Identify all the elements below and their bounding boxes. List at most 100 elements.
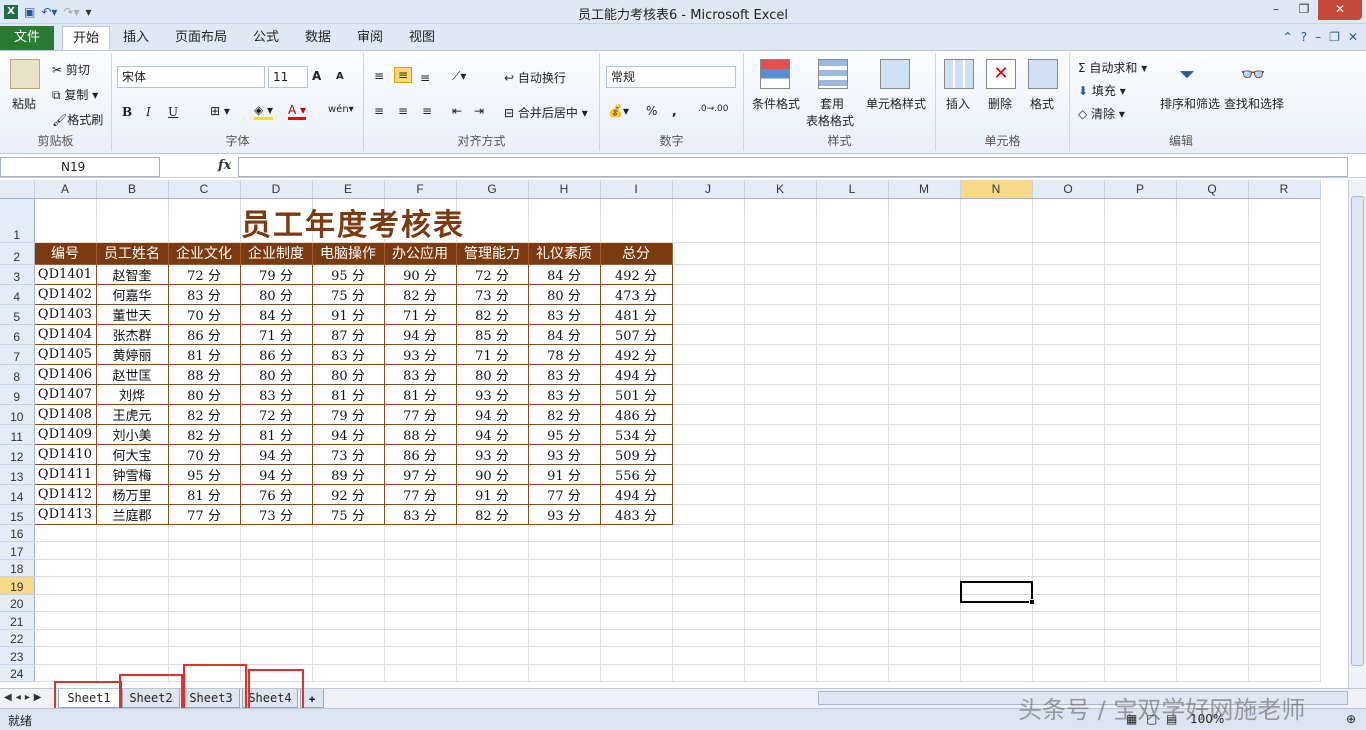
cell[interactable] xyxy=(960,594,1033,612)
table-header-cell[interactable]: 办公应用 xyxy=(384,242,457,265)
conditional-format-button[interactable]: 条件格式 xyxy=(752,95,800,112)
row-header[interactable]: 7 xyxy=(0,344,35,365)
cell[interactable] xyxy=(34,664,97,682)
table-header-cell[interactable]: 企业制度 xyxy=(240,242,313,265)
cell[interactable] xyxy=(960,284,1033,305)
cell[interactable] xyxy=(1104,364,1177,385)
table-cell[interactable]: 81 分 xyxy=(168,484,241,505)
bold-button[interactable]: B xyxy=(122,105,132,119)
cell[interactable] xyxy=(1032,576,1105,595)
table-cell[interactable]: QD1406 xyxy=(33,364,97,385)
align-top-icon[interactable]: ≡ xyxy=(374,69,384,83)
cell[interactable] xyxy=(1104,424,1177,445)
percent-button[interactable]: % xyxy=(646,104,657,118)
tab-data[interactable]: 数据 xyxy=(298,26,338,50)
table-cell[interactable]: 71 分 xyxy=(456,344,529,365)
cell[interactable] xyxy=(672,464,745,485)
table-cell[interactable]: 93 分 xyxy=(456,444,529,465)
cell[interactable] xyxy=(1104,304,1177,325)
column-header-i[interactable]: I xyxy=(600,180,673,199)
cell[interactable] xyxy=(1176,576,1249,595)
cell[interactable] xyxy=(672,384,745,405)
cell[interactable] xyxy=(1176,424,1249,445)
cell[interactable] xyxy=(1032,384,1105,405)
table-cell[interactable]: 77 分 xyxy=(168,504,241,525)
table-cell[interactable]: 杨万里 xyxy=(96,484,169,505)
cell[interactable] xyxy=(960,404,1033,425)
cell[interactable] xyxy=(1176,304,1249,325)
cell[interactable] xyxy=(1032,504,1105,525)
cell[interactable] xyxy=(96,664,169,682)
cell[interactable] xyxy=(456,664,529,682)
cell[interactable] xyxy=(888,646,961,665)
cell[interactable] xyxy=(960,484,1033,505)
cell[interactable] xyxy=(1176,541,1249,560)
cell[interactable] xyxy=(816,464,889,485)
table-cell[interactable]: 王虎元 xyxy=(96,404,169,425)
cell[interactable] xyxy=(1104,484,1177,505)
cell[interactable] xyxy=(816,264,889,285)
table-cell[interactable]: 何嘉华 xyxy=(96,284,169,305)
cell[interactable] xyxy=(1176,384,1249,405)
row-header[interactable]: 19 xyxy=(0,576,35,595)
table-cell[interactable]: 83 分 xyxy=(528,364,601,385)
column-header-c[interactable]: C xyxy=(168,180,241,199)
cell[interactable] xyxy=(888,444,961,465)
row-header[interactable]: 15 xyxy=(0,504,35,525)
cell[interactable] xyxy=(1032,304,1105,325)
cell[interactable] xyxy=(384,576,457,595)
sort-filter-icon[interactable]: ⏷ xyxy=(1172,59,1202,89)
cell[interactable] xyxy=(1248,484,1321,505)
table-cell[interactable]: 82 分 xyxy=(168,404,241,425)
table-cell[interactable]: QD1412 xyxy=(33,484,97,505)
cell[interactable] xyxy=(1248,404,1321,425)
cell[interactable] xyxy=(960,384,1033,405)
zoom-in-icon[interactable]: ⊕ xyxy=(1346,712,1356,726)
cell[interactable] xyxy=(528,524,601,542)
cell[interactable] xyxy=(312,524,385,542)
cell[interactable] xyxy=(1104,264,1177,285)
cell[interactable] xyxy=(1248,646,1321,665)
insert-cells-icon[interactable] xyxy=(944,59,974,89)
column-header-k[interactable]: K xyxy=(744,180,817,199)
cell[interactable] xyxy=(816,284,889,305)
cell[interactable] xyxy=(528,664,601,682)
cell[interactable] xyxy=(672,444,745,465)
cell[interactable] xyxy=(960,198,1033,243)
table-cell[interactable]: 83 分 xyxy=(528,384,601,405)
cell[interactable] xyxy=(1032,284,1105,305)
cell[interactable] xyxy=(888,324,961,345)
cell[interactable] xyxy=(672,364,745,385)
cell[interactable] xyxy=(960,559,1033,577)
cell[interactable] xyxy=(1248,629,1321,647)
cell[interactable] xyxy=(600,576,673,595)
cell[interactable] xyxy=(672,524,745,542)
new-sheet-icon[interactable]: ✚ xyxy=(300,689,324,708)
cell[interactable] xyxy=(744,344,817,365)
cell[interactable] xyxy=(1176,364,1249,385)
cell[interactable] xyxy=(816,424,889,445)
fill-button[interactable]: ⬇ 填充 ▾ xyxy=(1078,82,1126,99)
cell[interactable] xyxy=(672,594,745,612)
cell[interactable] xyxy=(744,324,817,345)
column-header-p[interactable]: P xyxy=(1104,180,1177,199)
table-cell[interactable]: 94 分 xyxy=(312,424,385,445)
cell[interactable] xyxy=(456,559,529,577)
cell[interactable] xyxy=(960,504,1033,525)
cell[interactable] xyxy=(1176,524,1249,542)
cell[interactable] xyxy=(888,242,961,265)
sort-filter-button[interactable]: 排序和筛选 xyxy=(1160,95,1220,112)
column-header-r[interactable]: R xyxy=(1248,180,1321,199)
cell[interactable] xyxy=(816,524,889,542)
table-cell[interactable]: 88 分 xyxy=(168,364,241,385)
table-cell[interactable]: 94 分 xyxy=(240,464,313,485)
table-cell[interactable]: 83 分 xyxy=(384,364,457,385)
cell[interactable] xyxy=(888,284,961,305)
cell[interactable] xyxy=(672,629,745,647)
clear-button[interactable]: ◇ 清除 ▾ xyxy=(1078,105,1125,122)
table-cell[interactable]: 86 分 xyxy=(168,324,241,345)
cell[interactable] xyxy=(888,198,961,243)
cell[interactable] xyxy=(1176,198,1249,243)
cell[interactable] xyxy=(1104,344,1177,365)
table-cell[interactable]: 84 分 xyxy=(240,304,313,325)
